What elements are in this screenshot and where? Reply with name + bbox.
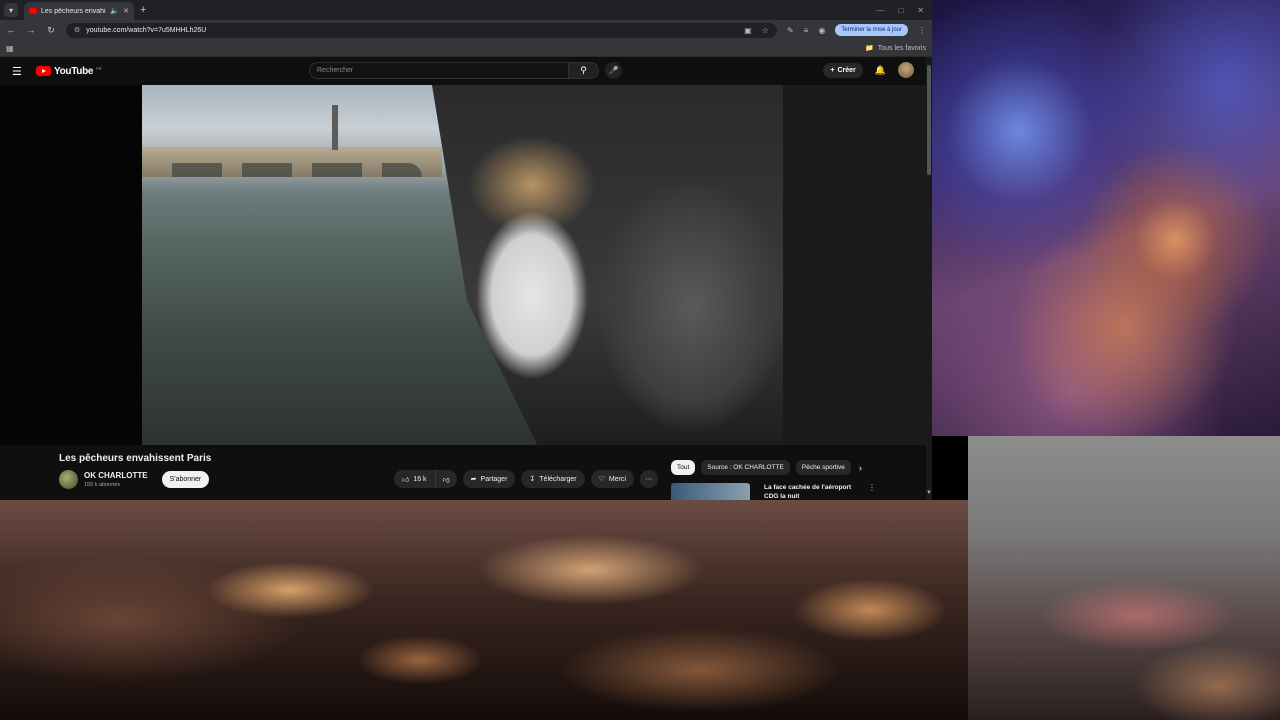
scroll-down-arrow-icon[interactable]: ▼ xyxy=(926,490,932,496)
recommendation-item[interactable]: La face cachée de l'aéroport CDG la nuit… xyxy=(671,483,876,500)
update-button[interactable]: Terminer la mise à jour xyxy=(835,24,908,36)
share-button[interactable]: ➦ Partager xyxy=(462,470,516,488)
url-text: youtube.com/watch?v=7u5MHHLh26U xyxy=(86,26,207,34)
more-vertical-icon[interactable]: ⋮ xyxy=(868,483,876,500)
chip-source[interactable]: Source : OK CHARLOTTE xyxy=(701,460,790,475)
tab-youtube[interactable]: Les pêcheurs envahissent P 🔈 ✕ xyxy=(24,2,134,20)
thanks-button[interactable]: ♡ Merci xyxy=(590,470,635,488)
profile-icon[interactable]: ◉ xyxy=(818,26,825,35)
all-bookmarks-label: Tous les favoris xyxy=(877,44,926,52)
reading-list-icon[interactable]: ≡ xyxy=(804,26,809,35)
channel-avatar[interactable] xyxy=(59,470,78,489)
channel-row: OK CHARLOTTE 155 k abonnés S'abonner xyxy=(59,470,210,489)
chevron-right-icon[interactable]: › xyxy=(859,463,862,473)
close-tab-icon[interactable]: ✕ xyxy=(123,7,129,15)
logo-text: YouTube xyxy=(54,65,94,77)
recommendation-title[interactable]: La face cachée de l'aéroport CDG la nuit xyxy=(764,483,854,500)
download-icon: ↧ xyxy=(529,476,536,483)
share-icon: ➦ xyxy=(470,476,477,483)
thumbs-down-icon: 👎︎ xyxy=(442,476,450,484)
reload-icon[interactable]: ↻ xyxy=(46,25,56,36)
maximize-icon[interactable]: □ xyxy=(898,6,903,15)
recommendation-thumbnail[interactable] xyxy=(671,483,750,500)
background-artwork-bottom xyxy=(0,500,968,720)
apps-grid-icon[interactable]: ▦ xyxy=(6,44,14,53)
tab-strip: ▾ Les pêcheurs envahissent P 🔈 ✕ + — □ ✕ xyxy=(0,0,932,20)
video-frame-fishermen-boat xyxy=(432,85,783,445)
notifications-bell-icon[interactable]: 🔔 xyxy=(875,65,886,76)
browser-menu-icon[interactable]: ⋮ xyxy=(918,26,926,35)
player-letterbox-right xyxy=(783,85,927,445)
all-bookmarks-folder[interactable]: 📁 Tous les favoris xyxy=(865,44,926,53)
youtube-favicon-icon xyxy=(29,8,37,14)
thumbs-up-icon: 👍︎ xyxy=(402,476,410,484)
subscriber-count: 155 k abonnés xyxy=(84,482,121,488)
window-controls: — □ ✕ xyxy=(876,6,932,15)
browser-window: ▾ Les pêcheurs envahissent P 🔈 ✕ + — □ ✕… xyxy=(0,0,932,500)
chip-sport-fishing[interactable]: Pêche sportive xyxy=(795,460,851,475)
video-player[interactable] xyxy=(142,85,783,445)
video-frame-arches xyxy=(162,163,422,177)
heart-dollar-icon: ♡ xyxy=(598,476,605,483)
chip-all[interactable]: Tout xyxy=(671,460,696,475)
youtube-play-icon xyxy=(36,66,51,76)
more-actions-button[interactable]: ⋯ xyxy=(640,470,659,488)
download-button[interactable]: ↧ Télécharger xyxy=(521,470,585,488)
video-title: Les pêcheurs envahissent Paris xyxy=(59,453,212,464)
create-button[interactable]: + Créer xyxy=(823,62,863,78)
channel-meta: OK CHARLOTTE 155 k abonnés xyxy=(84,471,148,488)
speaker-icon[interactable]: 🔈 xyxy=(110,7,119,15)
header-actions: + Créer 🔔 xyxy=(823,62,914,78)
search-bar: Rechercher ⚲ 🎤 xyxy=(309,62,622,79)
player-letterbox-left xyxy=(0,85,142,445)
menu-icon[interactable]: ☰ xyxy=(12,65,26,78)
scrollbar-thumb[interactable] xyxy=(927,65,931,175)
close-window-icon[interactable]: ✕ xyxy=(917,6,924,15)
cast-icon[interactable]: ▣ xyxy=(744,26,752,35)
channel-name[interactable]: OK CHARLOTTE xyxy=(84,471,148,480)
forward-icon[interactable]: → xyxy=(26,25,36,35)
create-label: Créer xyxy=(837,66,856,74)
plus-icon: + xyxy=(830,66,835,74)
like-button[interactable]: 👍︎ 16 k xyxy=(394,470,436,488)
logo-region: FR xyxy=(96,65,102,71)
dislike-button[interactable]: 👎︎ xyxy=(435,470,457,488)
like-dislike-group: 👍︎ 16 k 👎︎ xyxy=(394,470,457,488)
webcam-overlay xyxy=(968,436,1280,720)
video-actions: 👍︎ 16 k 👎︎ ➦ Partager ↧ Télécharger ♡ Me… xyxy=(394,470,659,488)
page-scrollbar[interactable] xyxy=(926,57,932,500)
youtube-page: ☰ YouTube FR Rechercher ⚲ 🎤 + Créer � xyxy=(0,57,932,500)
extensions-icon[interactable]: ✎ xyxy=(787,26,794,35)
subscribe-button[interactable]: S'abonner xyxy=(161,471,210,488)
back-icon[interactable]: ← xyxy=(6,25,16,35)
youtube-logo[interactable]: YouTube FR xyxy=(36,66,102,77)
new-tab-button[interactable]: + xyxy=(140,4,146,16)
thanks-label: Merci xyxy=(608,475,627,483)
account-avatar[interactable] xyxy=(898,62,914,78)
tab-search-button[interactable]: ▾ xyxy=(4,3,18,17)
download-label: Télécharger xyxy=(539,475,577,483)
share-label: Partager xyxy=(480,475,508,483)
minimize-icon[interactable]: — xyxy=(876,6,884,15)
site-info-icon[interactable]: ⚙ xyxy=(74,26,80,34)
background-artwork-right xyxy=(932,0,1280,436)
recommendation-chips: Tout Source : OK CHARLOTTE Pêche sportiv… xyxy=(671,460,862,475)
address-bar[interactable]: ⚙ youtube.com/watch?v=7u5MHHLh26U ▣ ☆ xyxy=(66,22,777,38)
more-horizontal-icon: ⋯ xyxy=(645,476,653,483)
mic-icon: 🎤 xyxy=(608,66,619,75)
desktop: ▾ Les pêcheurs envahissent P 🔈 ✕ + — □ ✕… xyxy=(0,0,1280,720)
search-icon: ⚲ xyxy=(580,65,587,75)
like-count: 16 k xyxy=(413,475,427,483)
search-input[interactable]: Rechercher xyxy=(309,62,569,79)
browser-toolbar: ← → ↻ ⚙ youtube.com/watch?v=7u5MHHLh26U … xyxy=(0,20,932,40)
tab-title: Les pêcheurs envahissent P xyxy=(41,7,106,15)
folder-icon: 📁 xyxy=(865,45,874,52)
video-frame-eiffel-tower xyxy=(332,105,338,150)
search-button[interactable]: ⚲ xyxy=(569,62,599,79)
voice-search-button[interactable]: 🎤 xyxy=(605,62,622,79)
bookmark-star-icon[interactable]: ☆ xyxy=(762,26,769,35)
bookmarks-bar: ▦ 📁 Tous les favoris xyxy=(0,40,932,57)
youtube-header: ☰ YouTube FR Rechercher ⚲ 🎤 + Créer � xyxy=(0,57,932,85)
